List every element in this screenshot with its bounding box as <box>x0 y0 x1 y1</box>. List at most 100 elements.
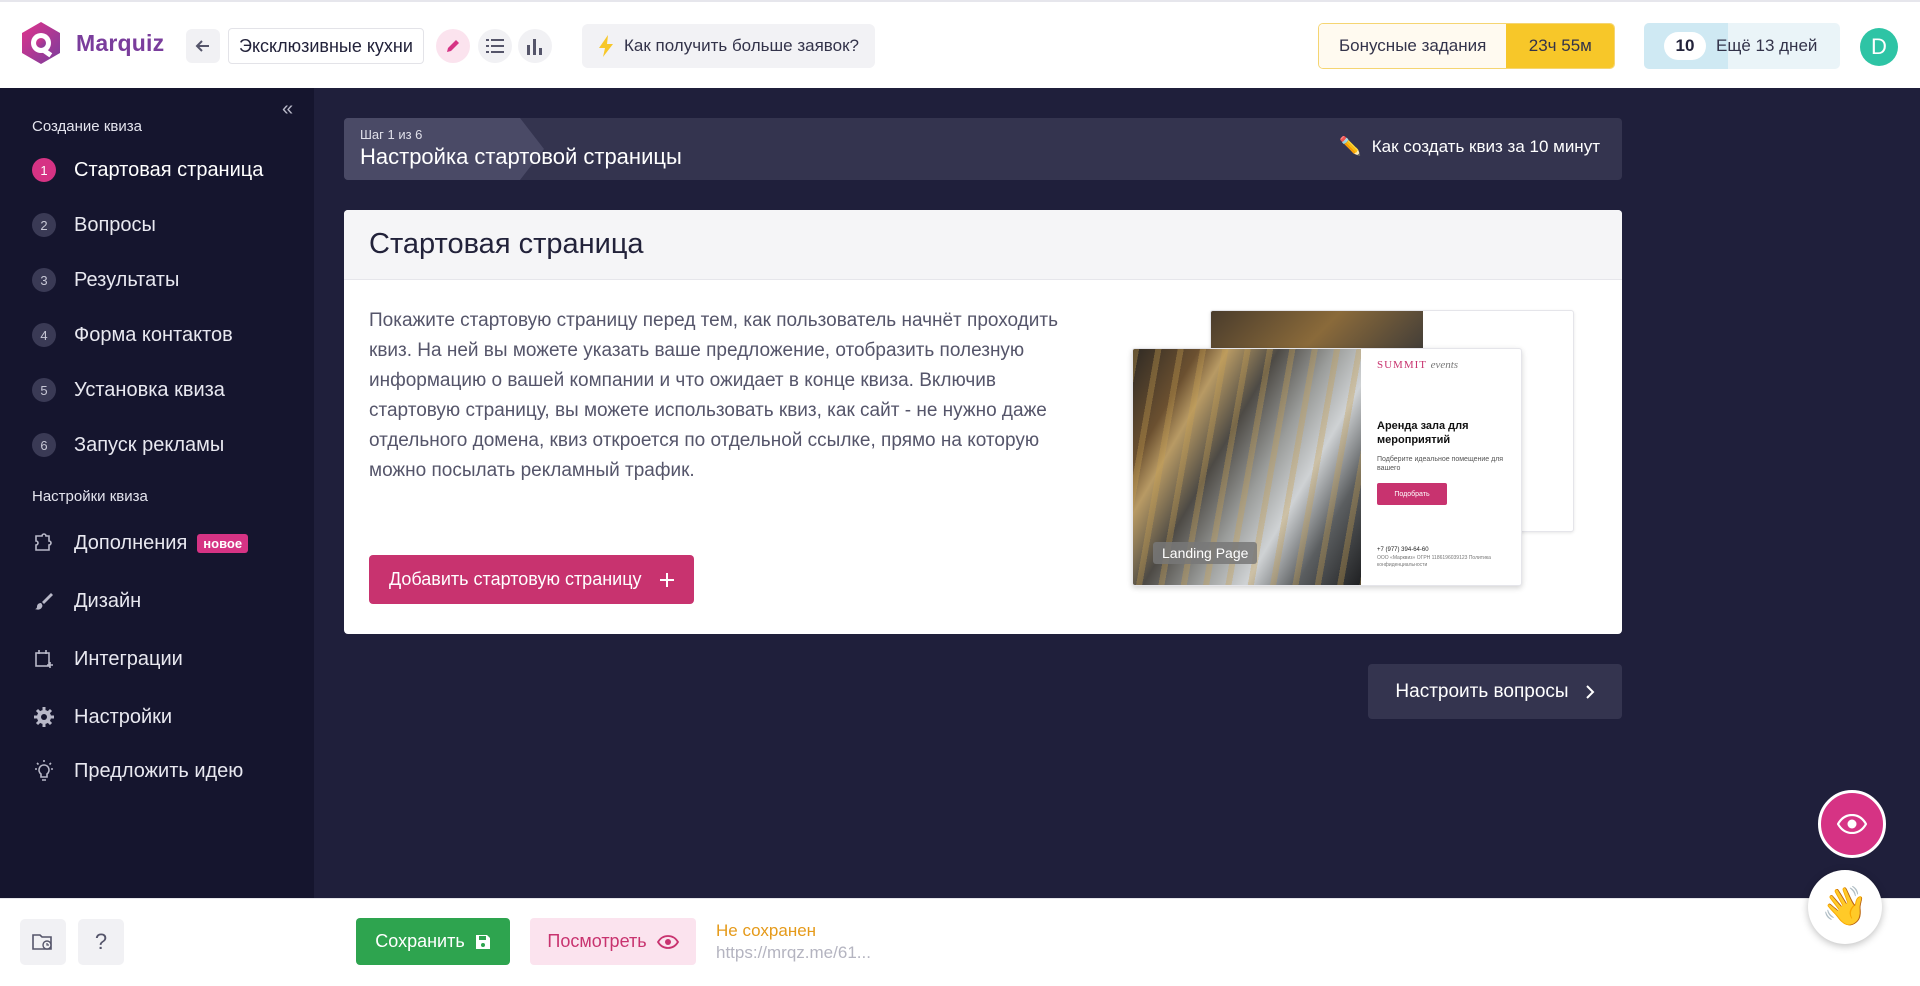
step-counter: Шаг 1 из 6 <box>360 127 423 142</box>
chevron-right-icon <box>1585 684 1594 699</box>
quiz-name-field[interactable]: Эксклюзивные кухни <box>228 28 424 64</box>
step-number-badge: 1 <box>32 158 56 182</box>
sidebar: « Создание квиза 1 Стартовая страница 2 … <box>0 88 314 898</box>
tips-button[interactable]: Как получить больше заявок? <box>582 24 875 68</box>
quiz-link[interactable]: https://mrqz.me/61... <box>716 943 871 963</box>
preview-brand-suffix: events <box>1430 359 1459 371</box>
sidebar-item-label: Интеграции <box>74 647 183 670</box>
preview-button[interactable]: Посмотреть <box>530 918 696 965</box>
app-logo[interactable]: Marquiz <box>18 20 164 66</box>
pencil-emoji-icon: ✏️ <box>1339 136 1362 156</box>
history-button[interactable] <box>20 919 66 965</box>
sidebar-item-label: Настройки <box>74 705 173 728</box>
marquiz-logo-icon <box>22 22 60 64</box>
step-number-badge: 4 <box>32 323 56 347</box>
section-title-settings: Настройки квиза <box>32 488 148 505</box>
sidebar-item-label: Предложить идею <box>74 759 244 782</box>
integrations-icon <box>32 647 56 671</box>
bottom-bar: ? Сохранить Посмотреть Не сохранен https… <box>0 898 1920 986</box>
trial-days-text: Ещё 13 дней <box>1716 36 1818 55</box>
step-header: Шаг 1 из 6 Настройка стартовой страницы … <box>344 118 1622 180</box>
sidebar-item-label: Установка квиза <box>74 378 225 401</box>
preview-front-card: Landing Page SUMMIT events Аренда зала д… <box>1132 348 1522 586</box>
start-page-card: Стартовая страница Покажите стартовую ст… <box>344 210 1622 634</box>
bonus-timer: 23ч 55м <box>1506 24 1615 68</box>
sidebar-item-settings[interactable]: Настройки <box>32 705 172 729</box>
lightning-icon <box>599 35 613 57</box>
bonus-label: Бонусные задания <box>1319 24 1507 68</box>
sidebar-item-contact-form[interactable]: 4 Форма контактов <box>32 323 233 347</box>
preview-address: ООО «Марквиз» ОГРН 1186196039123 Политик… <box>1377 555 1491 568</box>
waving-hand-icon: 👋 <box>1821 886 1869 928</box>
help-link-label: Как создать квиз за 10 минут <box>1371 136 1600 156</box>
sidebar-item-label: Вопросы <box>74 213 156 236</box>
eye-icon <box>656 934 679 949</box>
collapse-sidebar-icon[interactable]: « <box>282 98 293 121</box>
save-button[interactable]: Сохранить <box>356 918 510 965</box>
step-number-badge: 5 <box>32 378 56 402</box>
next-step-label: Настроить вопросы <box>1395 680 1569 702</box>
preview-button: Подобрать <box>1377 483 1447 505</box>
edit-button[interactable] <box>436 29 470 63</box>
question-icon: ? <box>94 929 108 954</box>
preview-heading: Аренда зала для мероприятий <box>1377 420 1469 446</box>
preview-subtext: Подберите идеальное помещение для вашего <box>1377 456 1504 472</box>
chat-support-button[interactable]: 👋 <box>1808 870 1882 944</box>
step-number-badge: 6 <box>32 433 56 457</box>
sidebar-item-label: Запуск рекламы <box>74 433 225 456</box>
preview-phone: +7 (977) 394-64-60 <box>1377 547 1429 553</box>
tips-label: Как получить больше заявок? <box>624 36 859 55</box>
save-label: Сохранить <box>375 931 465 951</box>
trial-counter[interactable]: 10 Ещё 13 дней <box>1644 23 1840 69</box>
section-title-create: Создание квиза <box>32 118 142 135</box>
help-video-link[interactable]: ✏️ Как создать квиз за 10 минут <box>1339 136 1600 157</box>
sidebar-item-questions[interactable]: 2 Вопросы <box>32 213 156 237</box>
sidebar-item-install[interactable]: 5 Установка квиза <box>32 378 225 402</box>
sidebar-item-design[interactable]: Дизайн <box>32 589 141 613</box>
sidebar-item-label: Дизайн <box>74 589 142 612</box>
list-view-button[interactable] <box>478 29 512 63</box>
stats-button[interactable] <box>518 29 552 63</box>
floating-preview-button[interactable] <box>1818 790 1886 858</box>
eye-icon <box>1837 814 1867 834</box>
add-start-page-label: Добавить стартовую страницу <box>389 569 642 589</box>
arrow-left-icon <box>195 40 209 52</box>
sidebar-item-addons[interactable]: Дополнения новое <box>32 531 249 555</box>
sidebar-item-integrations[interactable]: Интеграции <box>32 647 183 671</box>
next-step-button[interactable]: Настроить вопросы <box>1368 664 1622 719</box>
start-page-preview: Landing Page SUMMIT events Аренда зала д… <box>1132 310 1582 600</box>
sidebar-item-start-page[interactable]: 1 Стартовая страница <box>32 158 263 182</box>
trial-days-number: 10 <box>1664 32 1706 60</box>
bonus-tasks-button[interactable]: Бонусные задания 23ч 55м <box>1318 23 1616 69</box>
step-number-badge: 3 <box>32 268 56 292</box>
sidebar-item-label: Форма контактов <box>74 323 233 346</box>
sidebar-item-results[interactable]: 3 Результаты <box>32 268 179 292</box>
list-icon <box>486 39 504 53</box>
app-name: Marquiz <box>76 29 165 56</box>
sidebar-item-suggest-idea[interactable]: Предложить идею <box>32 759 243 783</box>
add-start-page-button[interactable]: Добавить стартовую страницу <box>369 555 694 604</box>
brush-icon <box>32 589 56 613</box>
help-button[interactable]: ? <box>78 919 124 965</box>
preview-brand: SUMMIT events <box>1377 359 1458 371</box>
back-button[interactable] <box>186 29 220 63</box>
puzzle-icon <box>32 531 56 555</box>
preview-brand-name: SUMMIT <box>1377 359 1427 371</box>
bar-chart-icon <box>527 39 542 55</box>
sidebar-item-label: Стартовая страница <box>74 158 264 181</box>
sidebar-item-ads[interactable]: 6 Запуск рекламы <box>32 433 224 457</box>
top-bar: Marquiz Эксклюзивные кухни Как получить … <box>0 0 1920 88</box>
step-number-badge: 2 <box>32 213 56 237</box>
sidebar-item-label: Дополнения <box>74 531 188 554</box>
folder-clock-icon <box>32 934 52 950</box>
sidebar-item-label: Результаты <box>74 268 180 291</box>
card-title: Стартовая страница <box>344 210 1622 280</box>
pencil-icon <box>447 40 459 52</box>
preview-label: Посмотреть <box>547 931 647 951</box>
card-description: Покажите стартовую страницу перед тем, к… <box>369 310 1058 481</box>
user-avatar[interactable]: D <box>1860 28 1898 66</box>
lightbulb-icon <box>32 759 56 783</box>
plus-icon <box>659 572 674 587</box>
gear-icon <box>32 705 56 729</box>
preview-label: Landing Page <box>1153 542 1258 564</box>
